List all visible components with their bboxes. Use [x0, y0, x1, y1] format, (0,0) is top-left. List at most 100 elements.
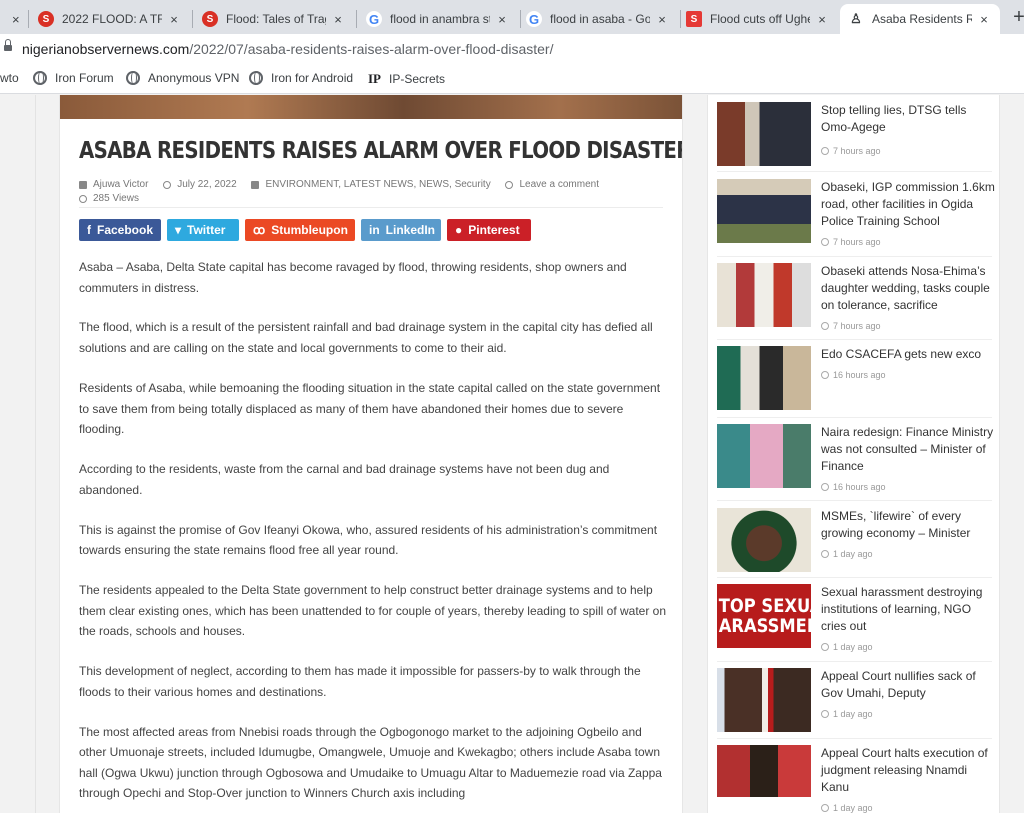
tab-title: Flood cuts off Ughel: [710, 12, 810, 26]
url-text[interactable]: nigerianobservernews.com/2022/07/asaba-r…: [22, 41, 553, 57]
post-title-link[interactable]: Stop telling lies, DTSG tells Omo-Agege: [821, 102, 995, 136]
lock-icon[interactable]: [4, 39, 12, 53]
post-thumbnail[interactable]: [717, 263, 811, 327]
bookmark-label: wto: [0, 71, 19, 85]
address-bar[interactable]: nigerianobservernews.com/2022/07/asaba-r…: [0, 34, 1024, 64]
clock-icon: [821, 238, 829, 246]
post-title-link[interactable]: Edo CSACEFA gets new exco: [821, 346, 995, 363]
close-tab-icon[interactable]: ×: [166, 12, 182, 27]
post-title-link[interactable]: MSMEs, `lifewire` of every growing econo…: [821, 508, 995, 542]
article-paragraph: The flood, which is a result of the pers…: [79, 320, 653, 356]
bookmark-iron-forum[interactable]: Iron Forum: [33, 71, 114, 85]
close-tab-icon[interactable]: ×: [330, 12, 346, 27]
author-icon: [79, 181, 87, 189]
leave-comment-link[interactable]: Leave a comment: [519, 179, 599, 191]
tab-title: 2022 FLOOD: A TRA: [62, 12, 162, 26]
post-time: 7 hours ago: [821, 237, 881, 247]
post-thumbnail[interactable]: [717, 179, 811, 243]
comment-icon: [505, 181, 514, 189]
new-tab-button[interactable]: +: [1006, 6, 1024, 30]
tab-title: Asaba Residents Rai: [872, 12, 972, 26]
post-title-link[interactable]: Naira redesign: Finance Ministry was not…: [821, 424, 995, 475]
post-thumbnail[interactable]: [717, 745, 811, 797]
share-facebook-button[interactable]: f Facebook: [79, 219, 161, 241]
post-thumbnail[interactable]: [717, 102, 811, 166]
eye-icon: [79, 195, 87, 203]
bookmark-label: IP-Secrets: [389, 72, 446, 86]
tab-flood-cuts-off[interactable]: S Flood cuts off Ughel ×: [678, 4, 838, 34]
time-text: 16 hours ago: [833, 482, 886, 492]
time-text: 7 hours ago: [833, 237, 881, 247]
share-pinterest-button[interactable]: ● Pinterest: [447, 219, 531, 241]
author-link[interactable]: Ajuwa Victor: [93, 179, 148, 191]
bookmarks-bar: wto Iron Forum Anonymous VPN Iron for An…: [0, 64, 1024, 94]
article-body: Asaba – Asaba, Delta State capital has b…: [79, 257, 669, 813]
bookmark-label: Anonymous VPN: [148, 71, 240, 85]
clock-icon: [821, 550, 829, 558]
google-icon: G: [526, 11, 542, 27]
close-tab-icon[interactable]: ×: [654, 12, 670, 27]
post-thumbnail[interactable]: [717, 424, 811, 488]
share-twitter-button[interactable]: ▾ Twitter: [167, 219, 239, 241]
clock-icon: [821, 147, 829, 155]
article-paragraph: This is against the promise of Gov Ifean…: [79, 522, 658, 558]
share-label: Pinterest: [468, 223, 520, 237]
close-tab-icon[interactable]: ×: [814, 12, 830, 27]
post-title-link[interactable]: Sexual harassment destroying institution…: [821, 584, 995, 635]
post-title-link[interactable]: Appeal Court nullifies sack of Gov Umahi…: [821, 668, 995, 702]
tab-partial[interactable]: ×: [0, 4, 26, 34]
red-opera-icon: S: [202, 11, 218, 27]
close-tab-icon[interactable]: ×: [494, 12, 510, 27]
post-time: 1 day ago: [821, 642, 873, 652]
tab-2022-flood[interactable]: S 2022 FLOOD: A TRA ×: [30, 4, 190, 34]
clock-icon: [821, 483, 829, 491]
google-icon: G: [366, 11, 382, 27]
post-thumbnail[interactable]: [717, 508, 811, 572]
tab-asaba-residents-active[interactable]: ♙ Asaba Residents Rai ×: [840, 4, 1000, 34]
article-paragraph: Asaba – Asaba, Delta State capital has b…: [79, 260, 627, 295]
clock-icon: [821, 710, 829, 718]
person-icon: ♙: [850, 11, 862, 26]
time-text: 1 day ago: [833, 709, 873, 719]
tab-title: Flood: Tales of Trage: [226, 12, 326, 26]
article-paragraph: According to the residents, waste from t…: [79, 462, 610, 497]
tab-flood-tales[interactable]: S Flood: Tales of Trage ×: [194, 4, 354, 34]
article-paragraph: This development of neglect, according t…: [79, 664, 641, 699]
bookmark-anonymous-vpn[interactable]: Anonymous VPN: [126, 71, 239, 85]
stumbleupon-icon: ꝏ: [253, 223, 266, 237]
post-title-link[interactable]: Obaseki attends Nosa-Ehima’s daughter we…: [821, 263, 995, 314]
bookmark-wto[interactable]: wto: [0, 71, 19, 85]
share-label: Stumbleupon: [271, 223, 348, 237]
post-title-link[interactable]: Appeal Court halts execution of judgment…: [821, 745, 995, 796]
s-logo-icon: S: [686, 11, 702, 27]
article-paragraph: The residents appealed to the Delta Stat…: [79, 583, 667, 639]
article-paragraph: The most affected areas from Nnebisi roa…: [79, 724, 662, 801]
close-tab-icon[interactable]: ×: [12, 12, 20, 27]
category-links[interactable]: ENVIRONMENT, LATEST NEWS, NEWS, Security: [265, 179, 490, 191]
clock-icon: [163, 181, 172, 189]
post-thumbnail[interactable]: [717, 346, 811, 410]
bookmark-label: Iron for Android: [271, 71, 354, 85]
banner-line: TOP SEXUAL: [718, 595, 811, 617]
post-title-link[interactable]: Obaseki, IGP commission 1.6km road, othe…: [821, 179, 995, 230]
bookmark-iron-for-android[interactable]: Iron for Android: [249, 71, 353, 85]
post-thumbnail[interactable]: [717, 668, 811, 732]
web-page: ASABA RESIDENTS RAISES ALARM OVER FLOOD …: [0, 95, 1024, 813]
post-thumbnail[interactable]: TOP SEXUAL ARASSMENT: [717, 584, 811, 648]
banner-line: ARASSMENT: [718, 615, 811, 637]
post-time: 1 day ago: [821, 549, 873, 559]
globe-icon: [126, 71, 140, 85]
harassment-banner-image: TOP SEXUAL ARASSMENT: [717, 584, 811, 648]
globe-icon: [33, 71, 47, 85]
view-count: 285 Views: [93, 193, 139, 204]
post-time: 16 hours ago: [821, 482, 886, 492]
close-tab-icon[interactable]: ×: [976, 12, 992, 27]
tab-google-asaba[interactable]: G flood in asaba - Goo ×: [518, 4, 678, 34]
article-paragraph: Residents of Asaba, while bemoaning the …: [79, 380, 661, 437]
post-time: 7 hours ago: [821, 321, 881, 331]
tab-google-anambra[interactable]: G flood in anambra sta ×: [358, 4, 518, 34]
share-linkedin-button[interactable]: in LinkedIn: [361, 219, 441, 241]
share-stumbleupon-button[interactable]: ꝏ Stumbleupon: [245, 219, 355, 241]
bookmark-ip-secrets[interactable]: IP IP-Secrets: [368, 71, 445, 87]
tab-strip: × S 2022 FLOOD: A TRA × S Flood: Tales o…: [0, 0, 1024, 34]
